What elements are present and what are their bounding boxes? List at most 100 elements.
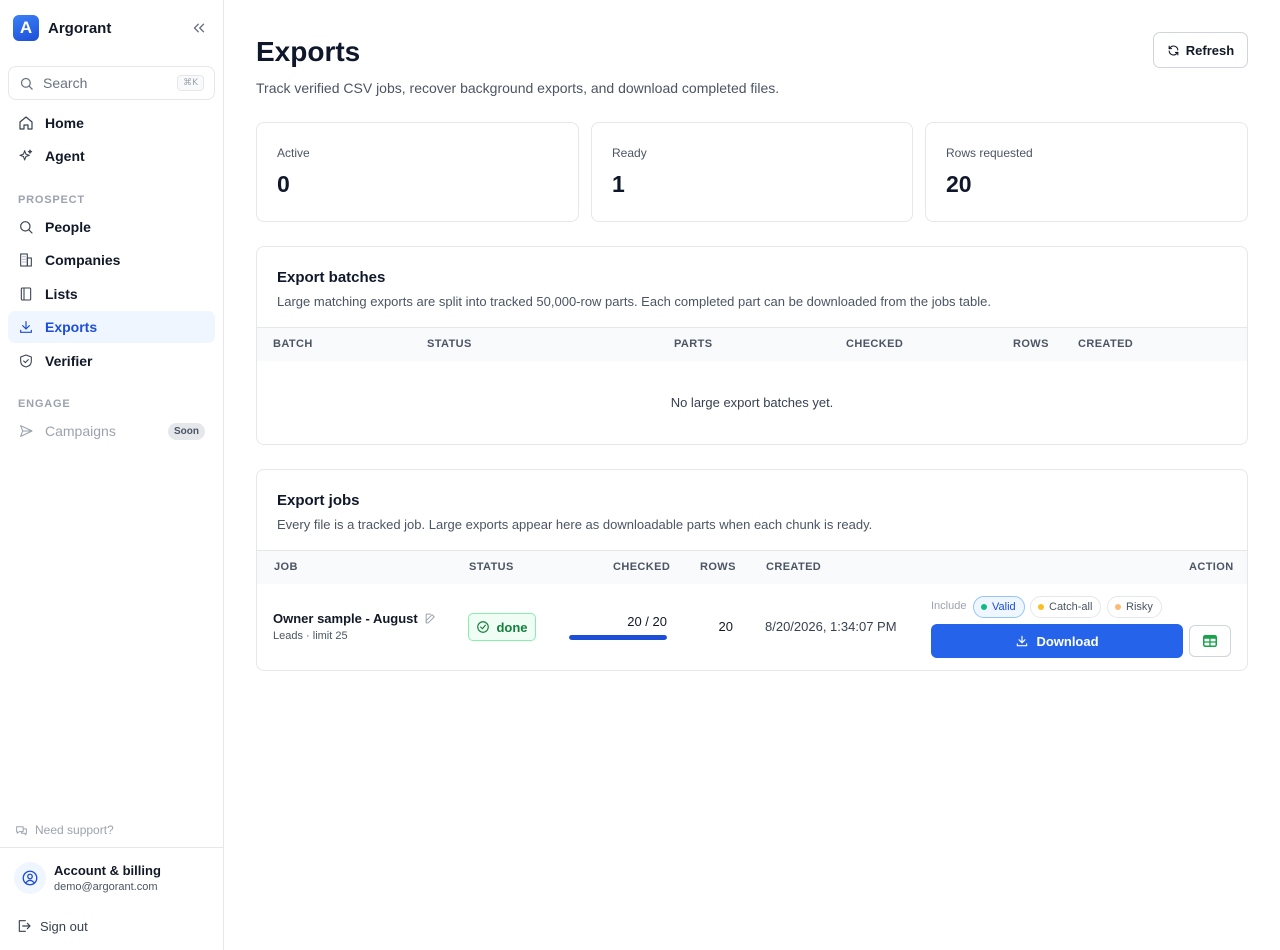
spreadsheet-icon [1203, 635, 1217, 647]
filter-chip-valid[interactable]: Valid [973, 596, 1025, 618]
sidebar-item-label: Verifier [45, 353, 93, 369]
building-icon [20, 253, 32, 267]
column-header-rows: ROWS [700, 561, 736, 573]
sparkles-icon [19, 149, 33, 161]
support-link[interactable]: Need support? [15, 823, 114, 837]
sidebar-item-agent[interactable]: Agent [8, 140, 215, 172]
column-header-status: STATUS [469, 561, 514, 573]
search-box[interactable]: Search ⌘K [8, 66, 215, 100]
brand[interactable]: A Argorant [13, 15, 111, 41]
download-icon [1017, 635, 1028, 647]
created-timestamp: 8/20/2026, 1:34:07 PM [765, 619, 897, 634]
column-header-batch: BATCH [273, 338, 313, 350]
home-icon [19, 116, 33, 130]
sidebar-item-label: Campaigns [45, 423, 116, 439]
status-dot [1038, 604, 1044, 610]
export-jobs-card: Export jobs Every file is a tracked job.… [256, 469, 1248, 671]
sidebar-item-label: Home [45, 115, 84, 131]
sidebar-item-lists[interactable]: Lists [8, 278, 215, 310]
job-meta: Leads · limit 25 [273, 630, 348, 642]
logout-icon [18, 920, 31, 932]
search-shortcut: ⌘K [177, 75, 204, 91]
argorant-logo: A [13, 15, 39, 41]
stat-label: Rows requested [946, 146, 1033, 160]
checked-progress-bar [569, 635, 667, 640]
book-icon [20, 287, 32, 301]
checked-count: 20 / 20 [627, 614, 667, 629]
filter-chip-catch-all[interactable]: Catch-all [1030, 596, 1102, 618]
chat-bubbles-icon [16, 825, 27, 835]
table-header: JOB STATUS CHECKED ROWS CREATED ACTION [257, 550, 1247, 584]
edit-icon[interactable] [424, 612, 437, 625]
status-badge: done [468, 613, 536, 641]
sign-out-button[interactable]: Sign out [16, 918, 88, 934]
column-header-job: JOB [274, 561, 298, 573]
table-header: BATCH STATUS PARTS CHECKED ROWS CREATED [257, 327, 1247, 361]
sidebar-item-home[interactable]: Home [8, 107, 215, 139]
search-icon [20, 77, 33, 90]
collapse-sidebar-icon[interactable] [190, 19, 208, 37]
search-label: Search [43, 75, 88, 91]
sidebar-item-campaigns: Campaigns Soon [8, 415, 215, 447]
send-icon [20, 425, 33, 437]
status-dot [1115, 604, 1121, 610]
app-name: Argorant [48, 19, 112, 37]
download-button[interactable]: Download [931, 624, 1183, 658]
sidebar-item-label: People [45, 219, 91, 235]
account-email: demo@argorant.com [54, 881, 158, 893]
section-label-engage: ENGAGE [18, 398, 71, 410]
column-header-checked: CHECKED [846, 338, 904, 350]
refresh-button[interactable]: Refresh [1153, 32, 1248, 68]
card-title: Export batches [277, 269, 386, 286]
status-dot [981, 604, 987, 610]
sidebar-item-label: Lists [45, 286, 78, 302]
page-subtitle: Track verified CSV jobs, recover backgro… [256, 80, 780, 96]
column-header-status: STATUS [427, 338, 472, 350]
export-batches-card: Export batches Large matching exports ar… [256, 246, 1248, 445]
refresh-icon [1168, 45, 1179, 55]
open-spreadsheet-button[interactable] [1189, 625, 1231, 657]
account-billing-link[interactable]: Account & billing demo@argorant.com [14, 862, 161, 894]
column-header-created: CREATED [1078, 338, 1134, 350]
progress-fill [569, 635, 667, 640]
column-header-rows: ROWS [1013, 338, 1049, 350]
rows-count: 20 [718, 619, 733, 634]
job-name[interactable]: Owner sample - August [273, 611, 437, 626]
sidebar-item-label: Companies [45, 252, 121, 268]
check-circle-icon [477, 621, 490, 633]
stat-label: Ready [612, 146, 647, 160]
card-title: Export jobs [277, 492, 360, 509]
stat-card-active: Active 0 [256, 122, 579, 222]
stat-value: 20 [946, 171, 972, 197]
avatar [14, 862, 46, 894]
column-header-created: CREATED [766, 561, 822, 573]
include-label: Include [931, 600, 967, 612]
sidebar-item-verifier[interactable]: Verifier [8, 345, 215, 377]
sidebar: A Argorant Search ⌘K Home Agent PROSPECT… [0, 0, 224, 950]
stat-label: Active [277, 146, 310, 160]
download-icon [20, 321, 32, 333]
shield-check-icon [20, 354, 32, 368]
sidebar-item-exports[interactable]: Exports [8, 311, 215, 343]
stat-card-rows-requested: Rows requested 20 [925, 122, 1248, 222]
sidebar-item-companies[interactable]: Companies [8, 244, 215, 276]
stat-card-ready: Ready 1 [591, 122, 913, 222]
section-label-prospect: PROSPECT [18, 194, 85, 206]
card-subtitle: Large matching exports are split into tr… [277, 294, 991, 309]
filter-chip-risky[interactable]: Risky [1107, 596, 1162, 618]
divider [0, 847, 223, 848]
account-title: Account & billing [54, 863, 161, 878]
sidebar-item-label: Agent [45, 148, 85, 164]
page-title: Exports [256, 36, 361, 67]
sidebar-item-label: Exports [45, 319, 98, 335]
sidebar-item-people[interactable]: People [8, 211, 215, 243]
column-header-parts: PARTS [674, 338, 713, 350]
soon-badge: Soon [168, 423, 205, 440]
stat-value: 0 [277, 171, 290, 197]
column-header-checked: CHECKED [613, 561, 671, 573]
user-circle-icon [22, 870, 38, 886]
stat-value: 1 [612, 171, 625, 197]
card-subtitle: Every file is a tracked job. Large expor… [277, 517, 873, 532]
column-header-action: ACTION [1189, 561, 1234, 573]
empty-state: No large export batches yet. [670, 395, 834, 410]
